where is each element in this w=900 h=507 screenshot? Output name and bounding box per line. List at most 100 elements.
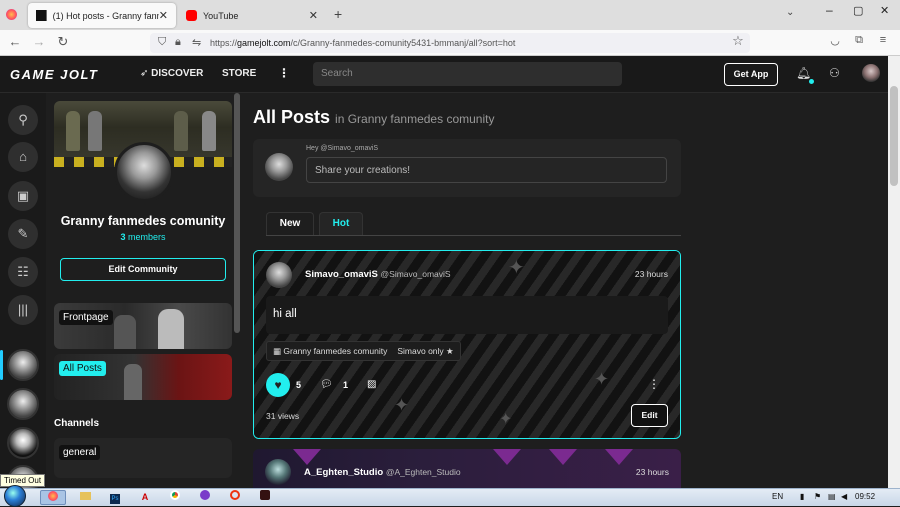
notification-dot: [809, 79, 814, 84]
minimize-icon[interactable]: –: [826, 3, 833, 17]
friends-icon[interactable]: ⚇: [829, 66, 840, 80]
permissions-icon[interactable]: ⇋: [192, 36, 201, 49]
banner-figure: [66, 111, 80, 151]
chat-rail-icon[interactable]: ☷: [8, 257, 38, 287]
more-menu-icon[interactable]: ⋮: [278, 66, 290, 80]
post-tags[interactable]: ▦ Granny fanmedes comunity Simavo only ★: [266, 341, 461, 361]
close-tab-icon[interactable]: ✕: [309, 9, 318, 22]
clock[interactable]: 09:52: [855, 492, 875, 501]
sidebar-scrollbar[interactable]: [234, 93, 240, 333]
community-tag-icon: ▦: [273, 345, 284, 356]
maximize-icon[interactable]: ▢: [853, 4, 863, 17]
like-button[interactable]: ♥: [266, 373, 290, 397]
post-author-avatar[interactable]: [266, 262, 292, 288]
firefox-menu-icon[interactable]: [6, 9, 17, 20]
tab-hot-posts[interactable]: (1) Hot posts - Granny fanmedes ✕: [28, 3, 176, 28]
comment-icon[interactable]: 💬︎: [320, 379, 333, 390]
timed-out-tooltip: Timed Out: [0, 474, 46, 487]
url-path: /c/Granny-fanmedes-comunity5431-bmmanj/a…: [290, 38, 516, 48]
volume-icon[interactable]: ◀: [841, 492, 847, 501]
shield-icon[interactable]: ⛉: [158, 36, 166, 49]
taskbar-opera[interactable]: [222, 490, 248, 505]
tab-hot[interactable]: Hot: [319, 212, 363, 236]
close-window-icon[interactable]: ✕: [880, 4, 889, 17]
discover-label: DISCOVER: [151, 68, 204, 79]
pocket-icon[interactable]: ◡: [826, 34, 844, 47]
channel-card-all-posts[interactable]: All Posts: [54, 354, 232, 400]
edit-community-button[interactable]: Edit Community: [60, 258, 226, 281]
quests-rail-icon[interactable]: ✎: [8, 219, 38, 249]
tab-list-icon[interactable]: ⌄: [786, 7, 794, 18]
sticker-icon[interactable]: ▨: [367, 379, 376, 390]
taskbar-explorer[interactable]: [72, 490, 98, 505]
extensions-icon[interactable]: ⧉: [850, 34, 868, 47]
forward-icon[interactable]: →: [30, 34, 48, 49]
scrollbar-thumb[interactable]: [890, 86, 898, 186]
channel-card-frontpage[interactable]: Frontpage: [54, 303, 232, 349]
community-rail-avatar[interactable]: [7, 427, 39, 459]
search-input[interactable]: Search: [313, 62, 622, 86]
bookmark-star-icon[interactable]: ☆: [729, 33, 747, 49]
taskbar: Ps A EN ▮ ⚑ ▤ ◀ 09:52: [0, 485, 900, 507]
store-rail-icon[interactable]: ⌂: [8, 142, 38, 172]
menu-icon[interactable]: ≡: [874, 34, 892, 46]
network-icon[interactable]: ▤: [828, 492, 836, 501]
tab-new[interactable]: New: [266, 212, 314, 236]
channel-label: general: [59, 445, 101, 460]
post-more-icon[interactable]: ⋮: [648, 377, 660, 391]
tray-icon[interactable]: ▮: [800, 492, 804, 501]
close-tab-icon[interactable]: ✕: [159, 9, 168, 22]
url-bar[interactable]: ⛉ 🔒︎ ⇋ https://gamejolt.com/c/Granny-fan…: [150, 33, 750, 53]
notifications-bell-icon[interactable]: 🔔︎: [796, 66, 811, 80]
post-card[interactable]: A_Eghten_Studio @A_Eghten_Studio 23 hour…: [253, 449, 681, 488]
tab-title: (1) Hot posts - Granny fanmedes: [52, 10, 159, 21]
taskbar-acrobat[interactable]: A: [132, 490, 158, 505]
page-scrollbar[interactable]: [888, 56, 900, 488]
language-indicator[interactable]: EN: [772, 492, 783, 501]
star-icon: ★: [446, 345, 454, 356]
post-author[interactable]: A_Eghten_Studio @A_Eghten_Studio: [304, 467, 461, 478]
edit-post-button[interactable]: Edit: [631, 404, 668, 427]
chrome-icon: [170, 490, 180, 500]
post-author[interactable]: Simavo_omaviS @Simavo_omaviS: [305, 269, 451, 280]
community-tag[interactable]: ▦ Granny fanmedes comunity: [273, 346, 387, 357]
tabs-divider: [266, 235, 681, 236]
channel-general[interactable]: general: [54, 438, 232, 478]
banner-figure: [174, 111, 188, 151]
comment-count: 1: [343, 380, 349, 390]
lock-icon[interactable]: 🔒︎: [175, 36, 181, 49]
taskbar-photoshop[interactable]: Ps: [102, 490, 128, 505]
sparkle-icon: ✦: [394, 395, 410, 415]
community-rail-avatar[interactable]: [7, 349, 39, 381]
get-app-button[interactable]: Get App: [724, 63, 778, 86]
home-rail-icon[interactable]: ⚲: [8, 105, 38, 135]
community-members[interactable]: 3 members: [54, 232, 232, 242]
post-card[interactable]: ✦ ✦ ✦ ✦ Simavo_omaviS @Simavo_omaviS 23 …: [253, 250, 681, 439]
reload-icon[interactable]: ↻: [54, 34, 72, 50]
opera-icon: [230, 490, 240, 500]
rocket-icon: ➶: [140, 68, 152, 79]
gamejolt-logo[interactable]: GAME JOLT: [10, 67, 98, 82]
composer-input[interactable]: Share your creations!: [306, 157, 667, 183]
taskbar-app[interactable]: [192, 490, 218, 505]
tab-youtube[interactable]: YouTube ✕: [178, 3, 326, 28]
photoshop-icon: Ps: [110, 494, 120, 504]
discover-link[interactable]: ➶ DISCOVER: [140, 68, 203, 79]
user-avatar[interactable]: [862, 64, 880, 82]
card-figure: [158, 309, 184, 349]
taskbar-firefox[interactable]: [40, 490, 66, 505]
taskbar-chrome[interactable]: [162, 490, 188, 505]
start-button[interactable]: [4, 485, 26, 507]
page-title: All Posts in Granny fanmedes comunity: [253, 107, 494, 128]
tray-icon[interactable]: ⚑: [814, 492, 821, 501]
community-rail-avatar[interactable]: [7, 388, 39, 420]
post-author-avatar[interactable]: [265, 459, 291, 485]
channel-tag[interactable]: Simavo only ★: [397, 346, 453, 357]
taskbar-app[interactable]: [252, 490, 278, 505]
banner-figure: [202, 111, 216, 151]
store-link[interactable]: STORE: [222, 68, 256, 79]
backpack-rail-icon[interactable]: ▣: [8, 181, 38, 211]
library-rail-icon[interactable]: |||: [8, 295, 38, 325]
back-icon[interactable]: ←: [6, 34, 24, 49]
new-tab-icon[interactable]: +: [334, 6, 342, 22]
